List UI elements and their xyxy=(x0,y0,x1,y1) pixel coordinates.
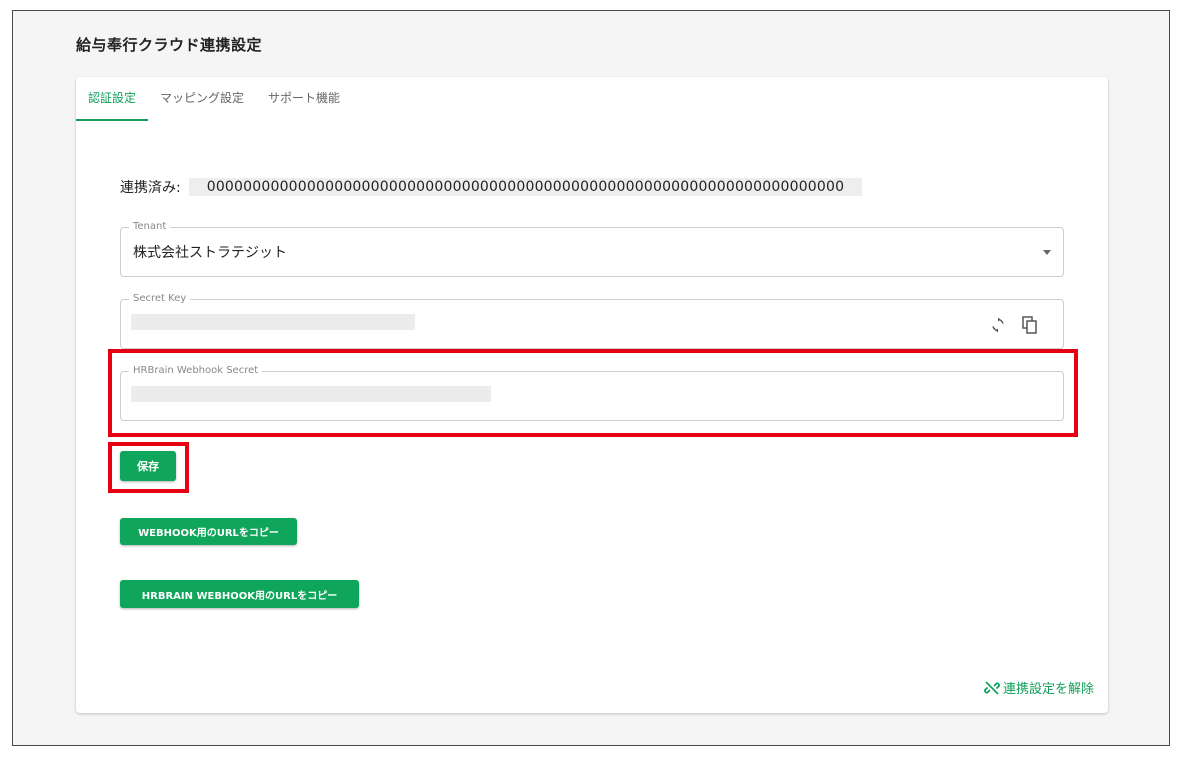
tenant-value: 株式会社ストラテジット xyxy=(133,245,287,261)
unlink-button[interactable]: 連携設定を解除 xyxy=(984,678,1094,697)
tab-mapping-settings[interactable]: マッピング設定 xyxy=(148,77,256,119)
tab-support-features[interactable]: サポート機能 xyxy=(256,77,352,119)
refresh-icon[interactable] xyxy=(987,314,1009,336)
copy-icon[interactable] xyxy=(1019,314,1041,336)
page-title: 給与奉行クラウド連携設定 xyxy=(76,36,263,54)
secret-key-field[interactable]: Secret Key xyxy=(120,293,1064,349)
secret-key-label: Secret Key xyxy=(129,293,191,305)
tab-auth-settings[interactable]: 認証設定 xyxy=(76,77,149,121)
linked-id-value: 0000000000000000000000000000000000000000… xyxy=(188,178,863,196)
tenant-select[interactable]: Tenant 株式会社ストラテジット xyxy=(120,221,1064,277)
copy-hrbrain-webhook-url-button[interactable]: HRBRAIN WEBHOOK用のURLをコピー xyxy=(120,580,359,608)
highlight-save-button xyxy=(108,442,189,493)
link-off-icon xyxy=(984,680,1000,695)
unlink-label: 連携設定を解除 xyxy=(1002,682,1094,697)
linked-label: 連携済み: xyxy=(120,180,181,196)
tab-bar: 認証設定 マッピング設定 サポート機能 xyxy=(76,77,352,121)
linked-status: 連携済み: 0000000000000000000000000000000000… xyxy=(120,177,863,197)
highlight-webhook-secret xyxy=(108,349,1078,437)
copy-webhook-url-button[interactable]: WEBHOOK用のURLをコピー xyxy=(120,518,297,545)
tenant-label: Tenant xyxy=(129,221,171,233)
chevron-down-icon[interactable] xyxy=(1043,250,1051,255)
secret-key-masked-value xyxy=(131,314,415,330)
